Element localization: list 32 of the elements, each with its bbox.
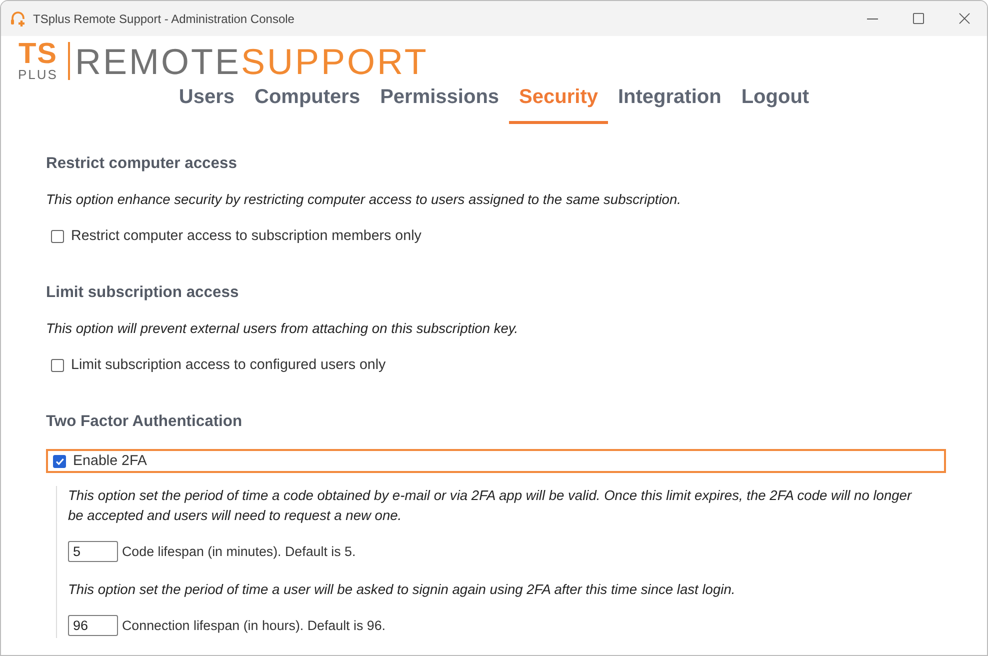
close-icon xyxy=(958,13,970,24)
description-text: This option set the period of time a code obtained by e-mail or via 2FA app will be valid. Once this limit expires, the 2FA code will no longer be accepted and users will need to request a new one. xyxy=(68,487,913,525)
nav-tab[interactable]: Users xyxy=(168,86,245,124)
maximize-icon xyxy=(912,13,924,24)
number-field[interactable]: 96 xyxy=(68,615,118,636)
field-label: Code lifespan (in minutes). Default is 5. xyxy=(122,544,356,559)
window-title: TSplus Remote Support - Administration Console xyxy=(33,12,294,26)
checkbox[interactable] xyxy=(53,454,66,468)
description-text: This option enhance security by restricting computer access to users assigned to the same subscription. xyxy=(46,191,682,209)
section-heading: Restrict computer access xyxy=(46,154,238,174)
description-text: This option will prevent external users from attaching on this subscription key. xyxy=(46,320,520,338)
nav-tab[interactable]: Computers xyxy=(244,86,370,124)
number-field[interactable]: 5 xyxy=(68,541,118,562)
headset-icon xyxy=(10,10,26,26)
field-label: Connection lifespan (in hours). Default is 96. xyxy=(122,618,386,633)
logo-support: SUPPORT xyxy=(241,43,428,81)
logo-plus: PLUS xyxy=(18,68,58,82)
nav-tab[interactable]: Integration xyxy=(608,86,732,124)
section-heading: Limit subscription access xyxy=(46,283,240,303)
logo-ts: TS xyxy=(18,42,58,66)
nav-tab[interactable]: Logout xyxy=(731,86,820,124)
logo-remote: REMOTE xyxy=(75,43,242,81)
checkbox[interactable] xyxy=(51,358,64,372)
section-heading: Two Factor Authentication xyxy=(46,412,244,432)
checkbox-label: Enable 2FA xyxy=(73,453,147,469)
checkbox[interactable] xyxy=(51,230,64,242)
minimize-icon xyxy=(866,18,878,20)
checkbox-label: Restrict computer access to subscription members only xyxy=(71,228,422,244)
checkbox-label: Limit subscription access to configured users only xyxy=(71,357,386,373)
checkmark-icon xyxy=(56,458,64,464)
nav-tab[interactable]: Permissions xyxy=(370,86,510,124)
description-text: This option set the period of time a user will be asked to signin again using 2FA after this time since last login. xyxy=(68,581,736,599)
